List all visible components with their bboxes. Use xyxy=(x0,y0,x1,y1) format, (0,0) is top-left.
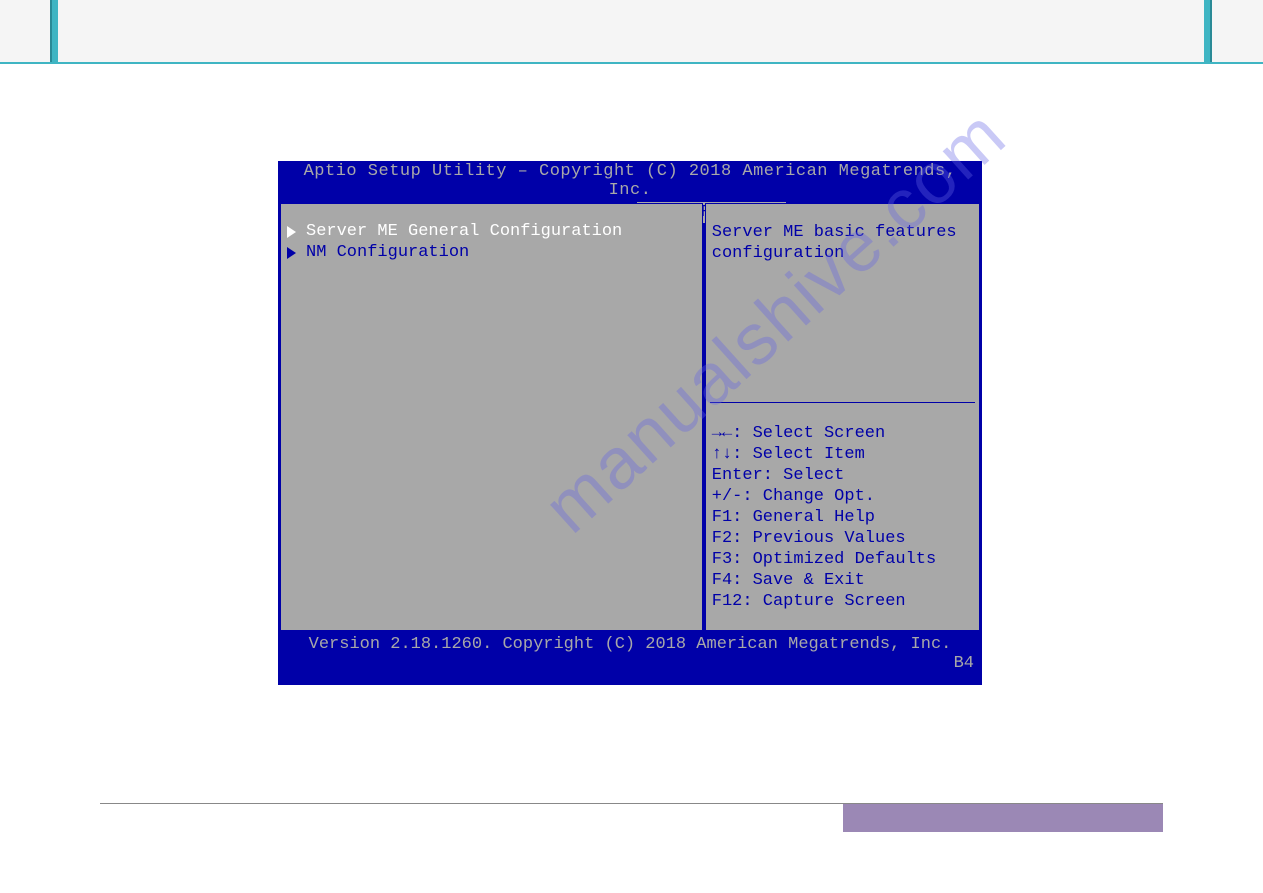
menu-item-label: Server ME General Configuration xyxy=(306,222,622,241)
bios-help-panel: Server ME basic features configuration →… xyxy=(705,203,980,631)
key-enter: Enter: Select xyxy=(712,465,973,486)
menu-item-server-me-general[interactable]: Server ME General Configuration xyxy=(285,222,698,241)
key-select-item: ↑↓: Select Item xyxy=(712,444,973,465)
key-f3: F3: Optimized Defaults xyxy=(712,549,973,570)
bios-title-bar: Aptio Setup Utility – Copyright (C) 2018… xyxy=(278,161,982,201)
key-f2: F2: Previous Values xyxy=(712,528,973,549)
bios-footer-code: B4 xyxy=(954,654,974,673)
key-bindings: →←: Select Screen ↑↓: Select Item Enter:… xyxy=(712,423,973,612)
key-f4: F4: Save & Exit xyxy=(712,570,973,591)
key-select-screen: →←: Select Screen xyxy=(712,423,973,444)
key-f1: F1: General Help xyxy=(712,507,973,528)
help-divider xyxy=(710,402,975,403)
submenu-arrow-icon xyxy=(287,247,296,259)
menu-item-nm-configuration[interactable]: NM Configuration xyxy=(285,243,698,262)
bios-title: Aptio Setup Utility – Copyright (C) 2018… xyxy=(278,162,982,200)
help-text: Server ME basic features configuration xyxy=(712,222,973,264)
bios-version: Version 2.18.1260. Copyright (C) 2018 Am… xyxy=(309,635,952,654)
key-f12: F12: Capture Screen xyxy=(712,591,973,612)
header-accent-left xyxy=(50,0,58,64)
bios-footer: Version 2.18.1260. Copyright (C) 2018 Am… xyxy=(278,633,982,675)
bios-screenshot: Aptio Setup Utility – Copyright (C) 2018… xyxy=(278,161,982,685)
document-footer xyxy=(100,803,1163,833)
bios-body: Server ME General Configuration NM Confi… xyxy=(278,201,982,633)
bios-menu-panel: Server ME General Configuration NM Confi… xyxy=(280,203,703,631)
submenu-arrow-icon xyxy=(287,226,296,238)
help-description-section: Server ME basic features configuration xyxy=(712,222,973,402)
key-change-opt: +/-: Change Opt. xyxy=(712,486,973,507)
page-header-bar xyxy=(0,0,1263,64)
footer-accent xyxy=(843,804,1163,832)
header-accent-right xyxy=(1204,0,1212,64)
header-border xyxy=(0,62,1263,64)
menu-item-label: NM Configuration xyxy=(306,243,469,262)
